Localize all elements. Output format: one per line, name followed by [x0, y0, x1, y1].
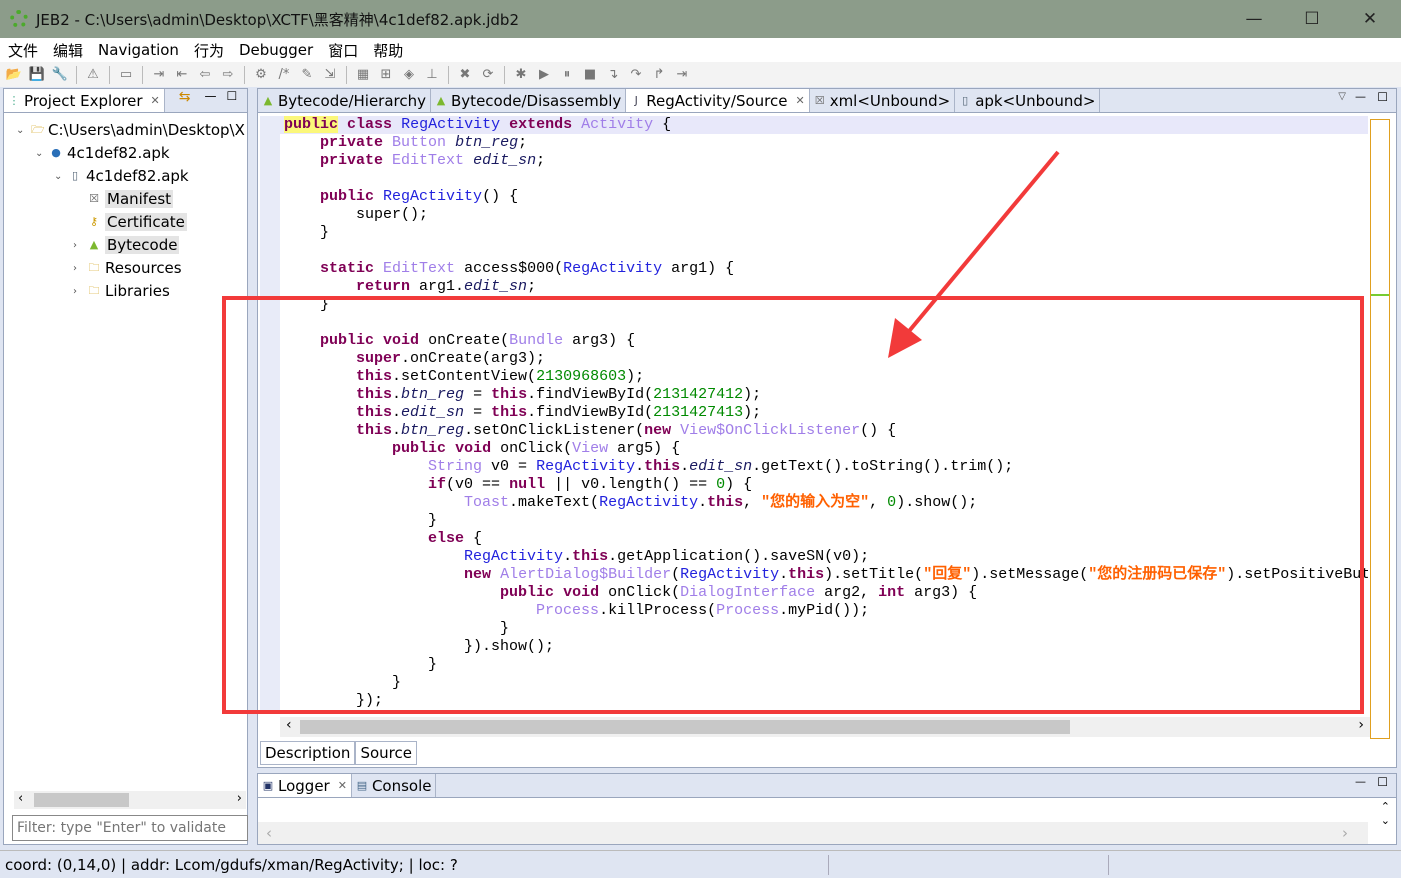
arrow-shaft — [898, 150, 1060, 344]
annotation-arrow — [888, 150, 1060, 358]
